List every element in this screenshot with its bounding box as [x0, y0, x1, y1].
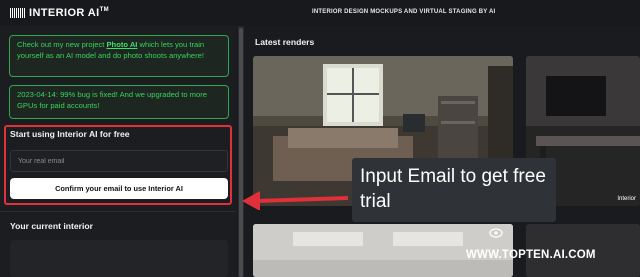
photo-ai-notice: Check out my new project Photo AI which … — [9, 35, 229, 77]
signup-title: Start using Interior AI for free — [10, 129, 130, 139]
tagline: INTERIOR DESIGN MOCKUPS AND VIRTUAL STAG… — [312, 9, 496, 15]
divider — [0, 211, 236, 212]
current-interior-title: Your current interior — [10, 221, 93, 231]
callout-box: Input Email to get free trial — [352, 158, 556, 222]
eye-icon — [489, 228, 503, 238]
current-interior-upload[interactable] — [10, 240, 228, 277]
email-input[interactable] — [10, 150, 228, 172]
logo-bars-icon — [10, 8, 25, 18]
render-label: Interior — [617, 196, 636, 202]
update-notice: 2023-04-14: 99% bug is fixed! And we upg… — [9, 85, 229, 119]
arrow-icon — [242, 191, 348, 210]
callout-text: Input Email to get free trial — [360, 166, 546, 212]
logo[interactable]: INTERIOR AITM — [10, 7, 109, 19]
scrollbar-thumb[interactable] — [239, 28, 243, 277]
logo-text: INTERIOR AITM — [29, 7, 110, 19]
photo-ai-link[interactable]: Photo AI — [106, 40, 137, 49]
renders-title: Latest renders — [255, 37, 315, 47]
confirm-email-button[interactable]: Confirm your email to use Interior AI — [10, 178, 228, 199]
watermark: WWW.TOPTEN.AI.COM — [466, 249, 596, 261]
top-bar: INTERIOR AITM INTERIOR DESIGN MOCKUPS AN… — [0, 0, 640, 26]
notice-text: Check out my new project — [17, 40, 107, 49]
